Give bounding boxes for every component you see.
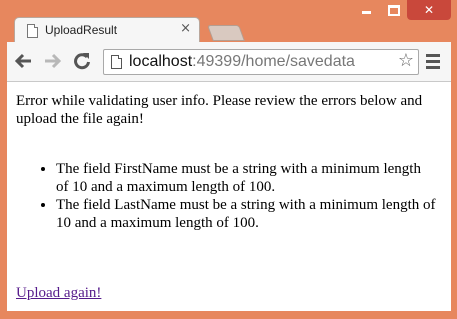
reload-icon xyxy=(74,53,90,70)
maximize-button[interactable] xyxy=(380,0,407,20)
tab-close-icon[interactable]: × xyxy=(180,21,191,36)
error-item-firstname: The field FirstName must be a string wit… xyxy=(56,160,436,196)
forward-arrow-icon xyxy=(45,53,61,69)
star-icon[interactable]: ☆ xyxy=(398,50,414,71)
upload-again-link[interactable]: Upload again! xyxy=(16,284,101,302)
back-arrow-icon xyxy=(15,53,31,69)
error-item-lastname: The field LastName must be a string with… xyxy=(56,196,436,232)
browser-window: ✕ UploadResult × localhost:49399/home/sa… xyxy=(0,0,457,319)
close-icon: ✕ xyxy=(423,3,435,17)
forward-button[interactable] xyxy=(41,50,63,72)
url-host: localhost xyxy=(129,53,193,70)
minimize-button[interactable] xyxy=(353,0,380,20)
url-text: localhost:49399/home/savedata xyxy=(129,53,355,71)
new-tab-button[interactable] xyxy=(207,25,245,41)
reload-button[interactable] xyxy=(71,50,93,72)
browser-toolbar: localhost:49399/home/savedata ☆ xyxy=(7,42,451,82)
url-path: :49399/home/savedata xyxy=(192,53,355,70)
error-list: The field FirstName must be a string wit… xyxy=(16,160,436,232)
back-button[interactable] xyxy=(13,50,35,72)
error-message: Error while validating user info. Please… xyxy=(16,93,423,127)
page-content: Error while validating user info. Please… xyxy=(7,82,451,311)
maximize-icon xyxy=(387,4,400,16)
page-icon xyxy=(27,24,38,38)
tab-title: UploadResult xyxy=(45,23,118,37)
tab-uploadresult[interactable]: UploadResult × xyxy=(14,17,200,43)
address-bar[interactable]: localhost:49399/home/savedata ☆ xyxy=(103,49,419,75)
page-icon xyxy=(111,55,122,69)
close-window-button[interactable]: ✕ xyxy=(407,0,451,20)
hamburger-menu-icon[interactable] xyxy=(426,54,440,72)
minimize-icon xyxy=(362,10,371,14)
window-controls: ✕ xyxy=(353,0,451,20)
